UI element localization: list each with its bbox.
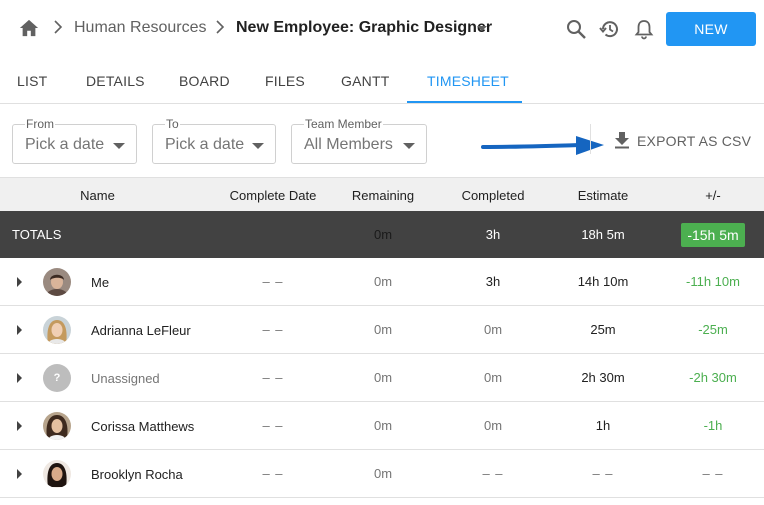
complete-date-cell: – – xyxy=(262,370,284,385)
estimate-cell: 2h 30m xyxy=(581,370,625,385)
avatar xyxy=(43,316,71,344)
from-value: Pick a date xyxy=(25,136,105,153)
avatar-placeholder: ? xyxy=(43,364,71,392)
totals-row: TOTALS 0m 3h 18h 5m -15h 5m xyxy=(0,211,764,258)
tab-bar: LIST DETAILS BOARD FILES GANTT TIMESHEET xyxy=(0,58,764,104)
avatar xyxy=(43,268,71,296)
completed-cell: 0m xyxy=(483,418,503,433)
chevron-right-icon xyxy=(54,20,63,34)
chevron-right-icon xyxy=(216,20,225,34)
totals-diff-cell: -15h 5m xyxy=(665,211,761,258)
avatar xyxy=(43,460,71,488)
estimate-cell: 1h xyxy=(595,418,611,433)
remaining-cell: 0m xyxy=(373,418,393,433)
remaining-cell: 0m xyxy=(373,466,393,481)
dropdown-caret-icon xyxy=(113,143,125,149)
remaining-cell: 0m xyxy=(373,274,393,289)
completed-cell: 3h xyxy=(485,274,501,289)
avatar xyxy=(43,412,71,440)
to-label: To xyxy=(165,117,180,131)
expand-arrow-icon[interactable] xyxy=(17,373,22,383)
bell-icon[interactable] xyxy=(633,18,655,40)
row-name: Adrianna LeFleur xyxy=(91,322,191,338)
download-icon[interactable] xyxy=(614,131,630,149)
dropdown-caret-icon xyxy=(403,143,415,149)
tab-timesheet[interactable]: TIMESHEET xyxy=(427,58,509,104)
chevron-down-icon[interactable] xyxy=(477,26,487,31)
search-icon[interactable] xyxy=(565,18,587,40)
team-member-label: Team Member xyxy=(304,117,383,131)
totals-remaining: 0m xyxy=(373,227,393,242)
estimate-cell: – – xyxy=(592,466,614,481)
complete-date-cell: – – xyxy=(262,322,284,337)
estimate-cell: 14h 10m xyxy=(577,274,629,289)
team-member-value: All Members xyxy=(304,136,393,153)
team-member-select[interactable]: Team Member All Members xyxy=(291,118,427,164)
tab-files[interactable]: FILES xyxy=(265,58,305,104)
row-name: Corissa Matthews xyxy=(91,418,195,434)
complete-date-cell: – – xyxy=(262,274,284,289)
divider xyxy=(590,124,591,154)
tab-list[interactable]: LIST xyxy=(17,58,47,104)
totals-estimate: 18h 5m xyxy=(581,227,625,242)
new-button[interactable]: NEW xyxy=(666,12,756,46)
history-icon[interactable] xyxy=(599,18,621,40)
expand-arrow-icon[interactable] xyxy=(17,469,22,479)
column-header-complete-date[interactable]: Complete Date xyxy=(220,178,326,212)
from-date-select[interactable]: From Pick a date xyxy=(12,118,137,164)
table-row[interactable]: Adrianna LeFleur – – 0m 0m 25m -25m xyxy=(0,306,764,354)
row-name: Unassigned xyxy=(91,370,160,386)
expand-arrow-icon[interactable] xyxy=(17,421,22,431)
remaining-cell: 0m xyxy=(373,370,393,385)
top-bar: Human Resources New Employee: Graphic De… xyxy=(0,0,764,58)
to-value: Pick a date xyxy=(165,136,245,153)
column-header-estimate[interactable]: Estimate xyxy=(555,178,651,212)
breadcrumb-current[interactable]: New Employee: Graphic Designer xyxy=(236,19,492,37)
estimate-cell: 25m xyxy=(590,322,616,337)
annotation-arrow xyxy=(481,136,604,155)
diff-cell: – – xyxy=(702,466,724,481)
diff-cell: -2h 30m xyxy=(689,370,737,385)
breadcrumb-parent[interactable]: Human Resources xyxy=(74,19,207,37)
tab-board[interactable]: BOARD xyxy=(179,58,230,104)
dropdown-caret-icon xyxy=(252,143,264,149)
diff-cell: -25m xyxy=(698,322,728,337)
table-row[interactable]: ? Unassigned – – 0m 0m 2h 30m -2h 30m xyxy=(0,354,764,402)
to-date-select[interactable]: To Pick a date xyxy=(152,118,276,164)
completed-cell: 0m xyxy=(483,322,503,337)
completed-cell: – – xyxy=(482,466,504,481)
totals-completed: 3h xyxy=(485,227,501,242)
totals-label: TOTALS xyxy=(12,227,62,242)
totals-diff-badge: -15h 5m xyxy=(681,222,745,247)
diff-cell: -11h 10m xyxy=(686,274,740,289)
table-header: Name Complete Date Remaining Completed E… xyxy=(0,177,764,211)
tab-details[interactable]: DETAILS xyxy=(86,58,145,104)
complete-date-cell: – – xyxy=(262,466,284,481)
tab-gantt[interactable]: GANTT xyxy=(341,58,389,104)
column-header-diff[interactable]: +/- xyxy=(665,178,761,212)
expand-arrow-icon[interactable] xyxy=(17,325,22,335)
column-header-completed[interactable]: Completed xyxy=(445,178,541,212)
remaining-cell: 0m xyxy=(373,322,393,337)
from-label: From xyxy=(25,117,55,131)
export-csv-button[interactable]: EXPORT AS CSV xyxy=(637,133,751,149)
table-row[interactable]: Me – – 0m 3h 14h 10m -11h 10m xyxy=(0,258,764,306)
completed-cell: 0m xyxy=(483,370,503,385)
table-row[interactable]: Brooklyn Rocha – – 0m – – – – – – xyxy=(0,450,764,498)
active-tab-indicator xyxy=(407,101,522,103)
table-row[interactable]: Corissa Matthews – – 0m 0m 1h -1h xyxy=(0,402,764,450)
home-icon[interactable] xyxy=(18,18,40,38)
diff-cell: -1h xyxy=(703,418,723,433)
column-header-remaining[interactable]: Remaining xyxy=(335,178,431,212)
row-name: Me xyxy=(91,274,110,290)
complete-date-cell: – – xyxy=(262,418,284,433)
column-header-name[interactable]: Name xyxy=(60,178,135,212)
row-name: Brooklyn Rocha xyxy=(91,466,183,482)
expand-arrow-icon[interactable] xyxy=(17,277,22,287)
